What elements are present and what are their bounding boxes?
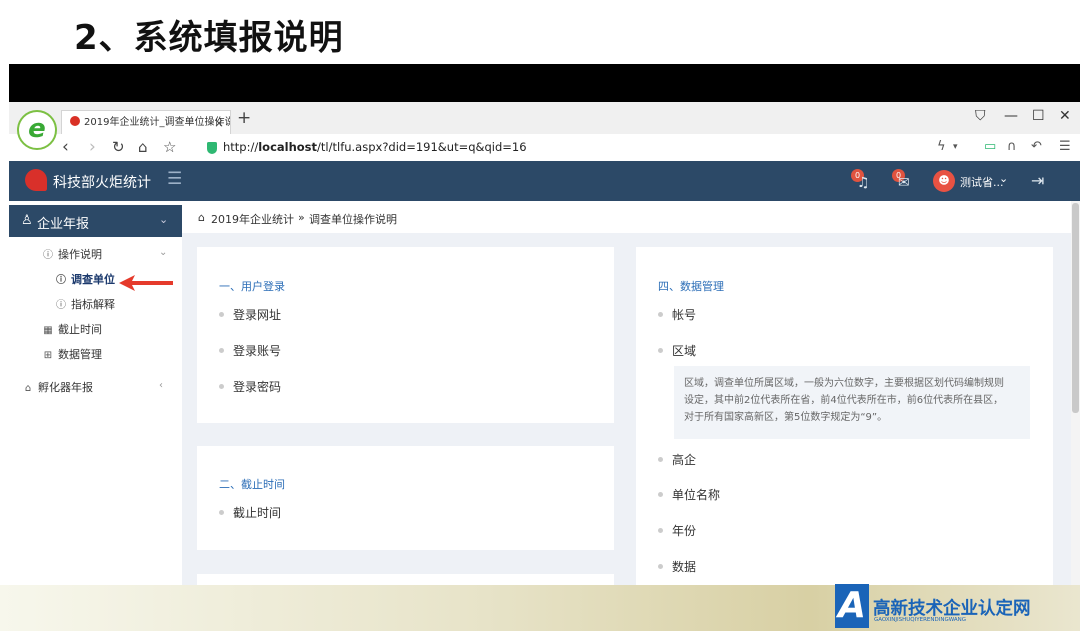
maximize-button[interactable]: ☐ [1032,108,1045,124]
torch-logo-icon [25,169,47,191]
lightning-icon[interactable]: ϟ [937,139,946,154]
url-field[interactable]: http://localhost/tl/tlfu.aspx?did=191&ut… [223,140,527,154]
minimize-button[interactable]: — [1004,108,1018,124]
list-item[interactable]: 截止时间 [219,504,281,521]
calendar-icon: ▦ [43,325,53,336]
bell-icon[interactable]: 0 ♫ [851,169,873,191]
browser-logo-icon: e [17,110,57,150]
browser-window: 2019年企业统计_调查单位操作说 × + ⛉ — ☐ ✕ ‹ › ↻ ⌂ ☆ … [9,102,1080,585]
address-bar: ‹ › ↻ ⌂ ☆ http://localhost/tl/tlfu.aspx?… [9,134,1080,162]
tab-title: 2019年企业统计_调查单位操作说 [84,117,231,128]
breadcrumb-separator: » [298,211,305,224]
menu-icon[interactable]: ☰ [1059,139,1071,154]
sidebar: ♙ 企业年报 ⌄ ⓘ 操作说明 ⌄ ⓘ 调查单位 ⓘ 指标解释 ▦ 截止时间 ⊞ 数据管理… [9,201,182,585]
home-icon[interactable]: ⌂ [198,211,205,224]
chevron-left-icon: ‹ [159,380,163,391]
deadline-card: 二、截止时间 截止时间 [197,446,614,550]
scrollbar-thumb[interactable] [1072,203,1079,413]
section-title: 二、截止时间 [219,478,285,491]
secure-shield-icon [207,142,217,154]
skin-icon[interactable]: ⛉ [975,108,986,124]
app-header: 科技部火炬统计 ☰ 0 ♫ 0 ✉ ☻ 测试省... ⌄ ⇥ [9,161,1080,201]
sidebar-header-label: 企业年报 [37,217,90,232]
watermark-logo-icon: A [835,584,869,628]
list-item[interactable]: 年份 [658,522,696,539]
data-management-card: 四、数据管理 帐号 区域 区域，调查单位所属区域，一般为六位数字，主要根据区划代… [636,247,1053,585]
watermark-subtext: GAOXINJISHUQIYERENDINGWANG [874,617,967,623]
tab-bar: 2019年企业统计_调查单位操作说 × + ⛉ — ☐ ✕ [9,102,1080,135]
star-icon[interactable]: ☆ [163,138,176,156]
forward-icon[interactable]: › [89,137,96,157]
undo-icon[interactable]: ↶ [1031,139,1042,154]
mail-icon[interactable]: 0 ✉ [892,169,914,191]
list-item[interactable]: 单位名称 [658,486,720,503]
list-item[interactable]: 数据 [658,558,696,575]
home-icon[interactable]: ⌂ [138,138,148,156]
refresh-icon[interactable]: ↻ [112,138,125,156]
login-card: 一、用户登录 登录网址 登录账号 登录密码 [197,247,614,423]
tab-close-icon[interactable]: × [214,111,224,135]
help-circle-icon: ⓘ [43,250,53,261]
list-item[interactable]: 登录密码 [219,378,281,395]
list-item[interactable]: 区域 [658,342,696,359]
chevron-down-icon: ⌄ [159,247,168,258]
dropdown-caret-icon[interactable]: ▾ [953,142,958,152]
back-icon[interactable]: ‹ [62,137,69,157]
logout-icon[interactable]: ⇥ [1031,171,1044,190]
breadcrumb-current: 调查单位操作说明 [309,213,397,226]
list-item[interactable]: 登录账号 [219,342,281,359]
sidebar-item-incubator[interactable]: ⌂ 孵化器年报 [22,379,93,395]
next-card [197,574,614,585]
headphone-icon[interactable]: ∩ [1007,139,1017,154]
sidebar-item-deadline[interactable]: ▦ 截止时间 [42,321,102,337]
grid-icon: ⊞ [43,350,53,361]
help-circle-icon: ⓘ [56,300,66,311]
user-name[interactable]: 测试省... [960,174,1004,190]
close-window-button[interactable]: ✕ [1059,108,1071,124]
battery-icon[interactable]: ▭ [984,139,996,154]
breadcrumb: ⌂ 2019年企业统计 » 调查单位操作说明 [182,201,1080,233]
sidebar-item-indicators[interactable]: ⓘ 指标解释 [55,296,115,312]
help-circle-icon: ⓘ [56,275,66,286]
sidebar-item-survey-unit[interactable]: ⓘ 调查单位 [55,271,115,287]
tab-favicon-icon [70,116,80,126]
user-caret-icon[interactable]: ⌄ [999,172,1008,185]
sidebar-header[interactable]: ♙ 企业年报 ⌄ [9,205,182,237]
hamburger-icon[interactable]: ☰ [167,169,182,189]
section-title: 一、用户登录 [219,280,285,293]
user-avatar-icon[interactable]: ☻ [933,170,955,192]
new-tab-button[interactable]: + [237,108,251,128]
scrollbar[interactable] [1071,201,1080,585]
section-title: 四、数据管理 [658,280,724,293]
building-icon: ⌂ [24,383,32,394]
list-item[interactable]: 登录网址 [219,306,281,323]
sidebar-item-instructions[interactable]: ⓘ 操作说明 [42,246,102,262]
breadcrumb-root[interactable]: 2019年企业统计 [211,211,294,227]
red-arrow-annotation [119,275,173,291]
chevron-down-icon: ⌄ [159,213,169,226]
region-note: 区域，调查单位所属区域，一般为六位数字，主要根据区划代码编制规则 设定，其中前2… [674,366,1030,439]
list-item[interactable]: 帐号 [658,306,696,323]
browser-tab[interactable]: 2019年企业统计_调查单位操作说 × [61,110,231,135]
slide-title: 2、系统填报说明 [74,18,344,58]
app-name: 科技部火炬统计 [53,175,151,191]
list-item[interactable]: 高企 [658,451,696,468]
users-icon: ♙ [21,213,33,228]
black-bar [9,64,1080,102]
sidebar-item-data-management[interactable]: ⊞ 数据管理 [42,346,102,362]
